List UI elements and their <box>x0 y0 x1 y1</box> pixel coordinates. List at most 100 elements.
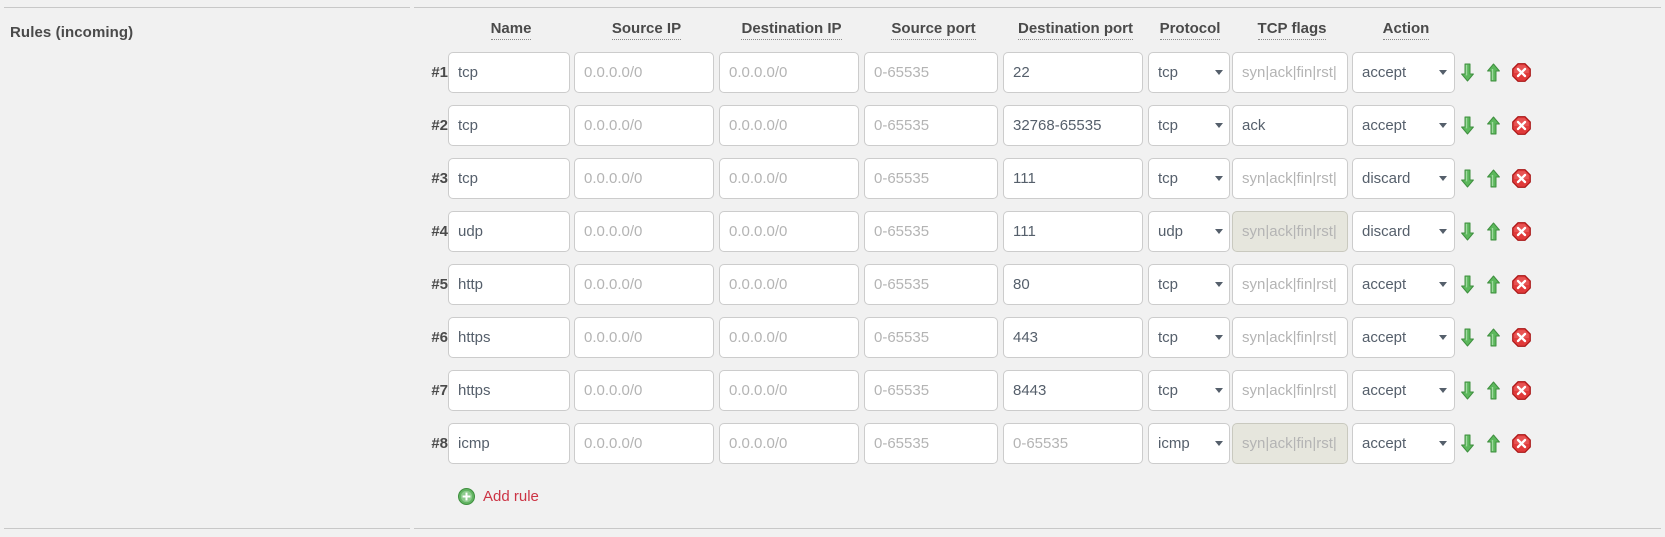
move-down-icon[interactable] <box>1460 169 1475 188</box>
move-up-icon[interactable] <box>1486 222 1501 241</box>
source-port-input[interactable]: 0-65535 <box>864 52 998 93</box>
move-down-icon[interactable] <box>1460 328 1475 347</box>
table-row: #2 tcp 0.0.0.0/0 0.0.0.0/0 0-65535 32768-6553… <box>410 101 1535 154</box>
move-down-icon[interactable] <box>1460 63 1475 82</box>
source-ip-input[interactable]: 0.0.0.0/0 <box>574 52 714 93</box>
tcp-flags-input[interactable]: syn|ack|fin|rst| <box>1232 158 1348 199</box>
move-down-icon[interactable] <box>1460 275 1475 294</box>
protocol-select-cell: tcp <box>1148 48 1232 101</box>
source-ip-input[interactable]: 0.0.0.0/0 <box>574 105 714 146</box>
action-select[interactable]: accept <box>1352 423 1455 464</box>
action-select[interactable]: accept <box>1352 264 1455 305</box>
tcp-flags-input-cell: syn|ack|fin|rst| <box>1232 154 1352 207</box>
protocol-select[interactable]: tcp <box>1148 105 1230 146</box>
destination-ip-input[interactable]: 0.0.0.0/0 <box>719 264 859 305</box>
source-ip-input[interactable]: 0.0.0.0/0 <box>574 211 714 252</box>
source-ip-input[interactable]: 0.0.0.0/0 <box>574 317 714 358</box>
delete-icon[interactable] <box>1512 222 1531 241</box>
rule-name-input[interactable]: tcp <box>448 158 570 199</box>
move-down-icon[interactable] <box>1460 116 1475 135</box>
destination-ip-input[interactable]: 0.0.0.0/0 <box>719 423 859 464</box>
add-rule-label[interactable]: Add rule <box>483 488 539 505</box>
source-ip-input[interactable]: 0.0.0.0/0 <box>574 370 714 411</box>
move-up-icon[interactable] <box>1486 275 1501 294</box>
header-source-ip: Source IP <box>574 20 719 48</box>
add-rule-cell: Add rule <box>448 472 1535 525</box>
source-port-input[interactable]: 0-65535 <box>864 211 998 252</box>
source-port-input[interactable]: 0-65535 <box>864 105 998 146</box>
rule-name-input[interactable]: udp <box>448 211 570 252</box>
source-ip-input[interactable]: 0.0.0.0/0 <box>574 158 714 199</box>
protocol-select[interactable]: tcp <box>1148 370 1230 411</box>
protocol-select[interactable]: icmp <box>1148 423 1230 464</box>
move-up-icon[interactable] <box>1486 328 1501 347</box>
rule-name-input[interactable]: https <box>448 370 570 411</box>
destination-ip-input[interactable]: 0.0.0.0/0 <box>719 158 859 199</box>
delete-icon[interactable] <box>1512 381 1531 400</box>
delete-icon[interactable] <box>1512 169 1531 188</box>
source-port-input-cell: 0-65535 <box>864 101 1003 154</box>
table-row: #8 icmp 0.0.0.0/0 0.0.0.0/0 0-65535 0-65535 ic… <box>410 419 1535 472</box>
move-up-icon[interactable] <box>1486 434 1501 453</box>
action-select-value: accept <box>1362 117 1407 134</box>
delete-icon[interactable] <box>1512 275 1531 294</box>
destination-port-input[interactable]: 80 <box>1003 264 1143 305</box>
tcp-flags-input[interactable]: syn|ack|fin|rst| <box>1232 317 1348 358</box>
destination-ip-input[interactable]: 0.0.0.0/0 <box>719 211 859 252</box>
delete-icon[interactable] <box>1512 63 1531 82</box>
rule-name-input[interactable]: https <box>448 317 570 358</box>
move-up-icon[interactable] <box>1486 63 1501 82</box>
protocol-select[interactable]: tcp <box>1148 158 1230 199</box>
row-operations <box>1460 101 1535 154</box>
move-down-icon[interactable] <box>1460 381 1475 400</box>
source-port-input[interactable]: 0-65535 <box>864 370 998 411</box>
protocol-select[interactable]: tcp <box>1148 264 1230 305</box>
action-select[interactable]: accept <box>1352 317 1455 358</box>
rule-name-input[interactable]: tcp <box>448 52 570 93</box>
rule-name-input[interactable]: tcp <box>448 105 570 146</box>
move-up-icon[interactable] <box>1486 116 1501 135</box>
move-up-icon[interactable] <box>1486 169 1501 188</box>
destination-ip-input[interactable]: 0.0.0.0/0 <box>719 105 859 146</box>
action-select[interactable]: accept <box>1352 52 1455 93</box>
tcp-flags-input[interactable]: syn|ack|fin|rst| <box>1232 52 1348 93</box>
action-select[interactable]: accept <box>1352 370 1455 411</box>
delete-icon[interactable] <box>1512 116 1531 135</box>
destination-port-input-cell: 111 <box>1003 207 1148 260</box>
rule-name-input[interactable]: http <box>448 264 570 305</box>
destination-ip-input[interactable]: 0.0.0.0/0 <box>719 370 859 411</box>
tcp-flags-input[interactable]: syn|ack|fin|rst| <box>1232 370 1348 411</box>
tcp-flags-input[interactable]: ack <box>1232 105 1348 146</box>
move-up-icon[interactable] <box>1486 381 1501 400</box>
source-ip-input[interactable]: 0.0.0.0/0 <box>574 423 714 464</box>
destination-port-input[interactable]: 111 <box>1003 158 1143 199</box>
destination-ip-input[interactable]: 0.0.0.0/0 <box>719 317 859 358</box>
move-down-icon[interactable] <box>1460 222 1475 241</box>
destination-port-input[interactable]: 111 <box>1003 211 1143 252</box>
destination-ip-input[interactable]: 0.0.0.0/0 <box>719 52 859 93</box>
protocol-select[interactable]: udp <box>1148 211 1230 252</box>
source-port-input[interactable]: 0-65535 <box>864 317 998 358</box>
action-select[interactable]: discard <box>1352 158 1455 199</box>
source-ip-input[interactable]: 0.0.0.0/0 <box>574 264 714 305</box>
rule-name-input[interactable]: icmp <box>448 423 570 464</box>
delete-icon[interactable] <box>1512 434 1531 453</box>
source-port-input[interactable]: 0-65535 <box>864 264 998 305</box>
protocol-select-cell: tcp <box>1148 154 1232 207</box>
protocol-select[interactable]: tcp <box>1148 317 1230 358</box>
source-port-input[interactable]: 0-65535 <box>864 158 998 199</box>
protocol-select[interactable]: tcp <box>1148 52 1230 93</box>
delete-icon[interactable] <box>1512 328 1531 347</box>
destination-port-input[interactable]: 8443 <box>1003 370 1143 411</box>
destination-port-input[interactable]: 443 <box>1003 317 1143 358</box>
source-port-input[interactable]: 0-65535 <box>864 423 998 464</box>
tcp-flags-input[interactable]: syn|ack|fin|rst| <box>1232 264 1348 305</box>
action-select[interactable]: discard <box>1352 211 1455 252</box>
destination-port-input[interactable]: 22 <box>1003 52 1143 93</box>
action-select[interactable]: accept <box>1352 105 1455 146</box>
destination-port-input[interactable]: 0-65535 <box>1003 423 1143 464</box>
plus-circle-icon[interactable] <box>458 488 475 505</box>
move-down-icon[interactable] <box>1460 434 1475 453</box>
add-rule-button[interactable]: Add rule <box>448 488 1535 505</box>
destination-port-input[interactable]: 32768-65535 <box>1003 105 1143 146</box>
